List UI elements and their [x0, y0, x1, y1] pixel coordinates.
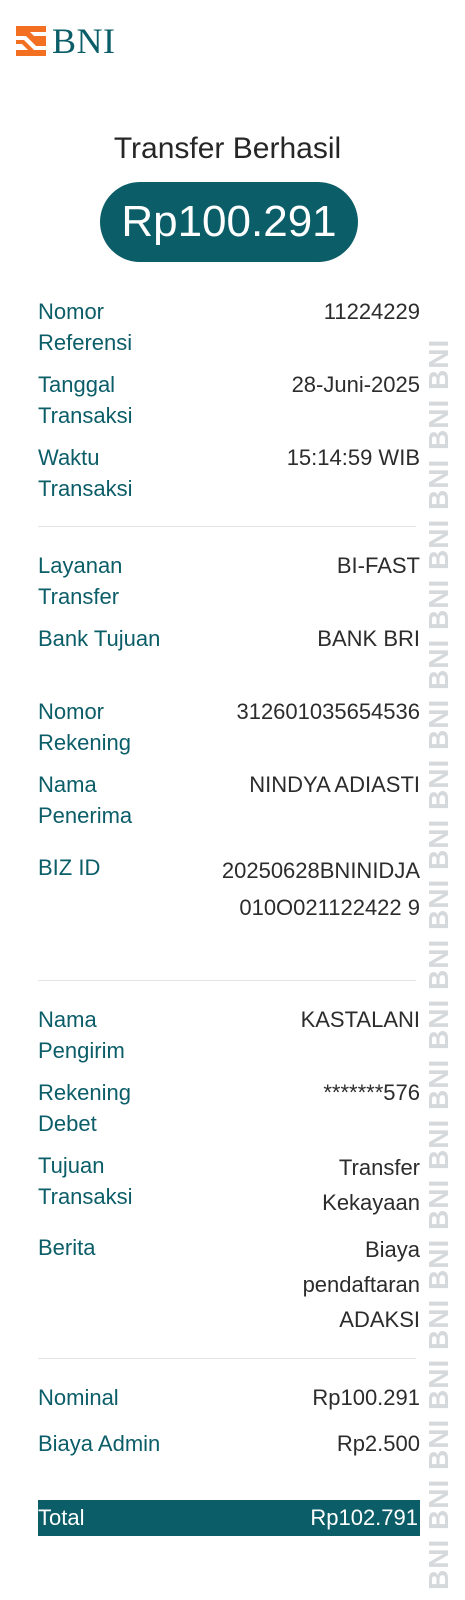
bni-logo: BNI [16, 21, 116, 61]
detail-row-time: Waktu Transaksi 15:14:59 WIB [38, 442, 420, 504]
detail-row-purpose: Tujuan Transaksi Transfer Kekayaan [38, 1150, 420, 1220]
detail-label: Nomor Referensi [38, 299, 133, 355]
detail-row-service: Layanan Transfer BI-FAST [38, 550, 420, 612]
page-title: Transfer Berhasil [113, 132, 342, 165]
detail-value: 20250628BNINIDJA010O021122422 9 [221, 858, 420, 920]
bni-watermark-text: BNI BNI BNI BNI BNI BNI BNI BNI BNI BNI … [423, 338, 454, 1590]
detail-value: 312601035654536 [236, 699, 420, 724]
detail-label: Tanggal Transaksi [38, 372, 133, 428]
detail-row-recipient: Nama Penerima NINDYA ADIASTI [38, 769, 420, 831]
detail-label: Layanan Transfer [38, 553, 123, 609]
bni-logo-text: BNI [52, 21, 116, 61]
section-divider [38, 980, 416, 981]
detail-value: 15:14:59 WIB [286, 445, 420, 470]
section-divider [38, 526, 416, 527]
detail-value: Transfer Kekayaan [322, 1155, 420, 1215]
detail-row-sender: Nama Pengirim KASTALANI [38, 1004, 420, 1066]
detail-row-account: Nomor Rekening 312601035654536 [38, 696, 420, 758]
bni-watermark-strip: BNI BNI BNI BNI BNI BNI BNI BNI BNI BNI … [423, 80, 455, 1590]
detail-value: 11224229 [323, 299, 420, 324]
detail-label: Nama Pengirim [38, 1007, 125, 1063]
detail-value: *******576 [323, 1080, 420, 1105]
detail-row-reference: Nomor Referensi 11224229 [38, 296, 420, 358]
detail-row-debit-account: Rekening Debet *******576 [38, 1077, 420, 1139]
section-divider [38, 1358, 416, 1359]
detail-row-admin-fee: Biaya Admin Rp2.500 [38, 1428, 420, 1490]
total-value: Rp102.791 [310, 1505, 418, 1530]
detail-value: Rp2.500 [336, 1431, 420, 1456]
detail-row-bank: Bank Tujuan BANK BRI [38, 623, 420, 685]
detail-row-nominal: Nominal Rp100.291 [38, 1382, 420, 1422]
detail-label: Waktu Transaksi [38, 445, 133, 501]
detail-row-date: Tanggal Transaksi 28-Juni-2025 [38, 369, 420, 431]
detail-label: BIZ ID [38, 855, 101, 880]
detail-label: Biaya Admin [38, 1431, 161, 1456]
detail-label: Nama Penerima [38, 772, 133, 828]
detail-row-biz-id: BIZ ID 20250628BNINIDJA010O021122422 9 [38, 852, 420, 963]
detail-value: Biaya pendaftaran ADAKSI [302, 1237, 420, 1332]
detail-value: BANK BRI [317, 626, 420, 651]
detail-label: Bank Tujuan [38, 626, 161, 651]
detail-row-message: Berita Biaya pendaftaran ADAKSI [38, 1232, 420, 1337]
detail-value: 28-Juni-2025 [291, 372, 420, 397]
detail-value: KASTALANI [300, 1007, 420, 1032]
detail-label: Nominal [38, 1385, 119, 1410]
total-bar: Total Rp102.791 [38, 1500, 420, 1536]
transfer-amount-badge: Rp100.291 [100, 182, 358, 262]
bni-logo-icon [16, 26, 46, 56]
detail-label: Nomor Rekening [38, 699, 131, 755]
detail-label: Rekening Debet [38, 1080, 131, 1136]
detail-value: Rp100.291 [312, 1385, 420, 1410]
detail-label: Tujuan Transaksi [38, 1153, 133, 1209]
total-label: Total [38, 1505, 85, 1530]
detail-label: Berita [38, 1235, 96, 1260]
detail-value: NINDYA ADIASTI [249, 772, 420, 797]
detail-value: BI-FAST [336, 553, 420, 578]
